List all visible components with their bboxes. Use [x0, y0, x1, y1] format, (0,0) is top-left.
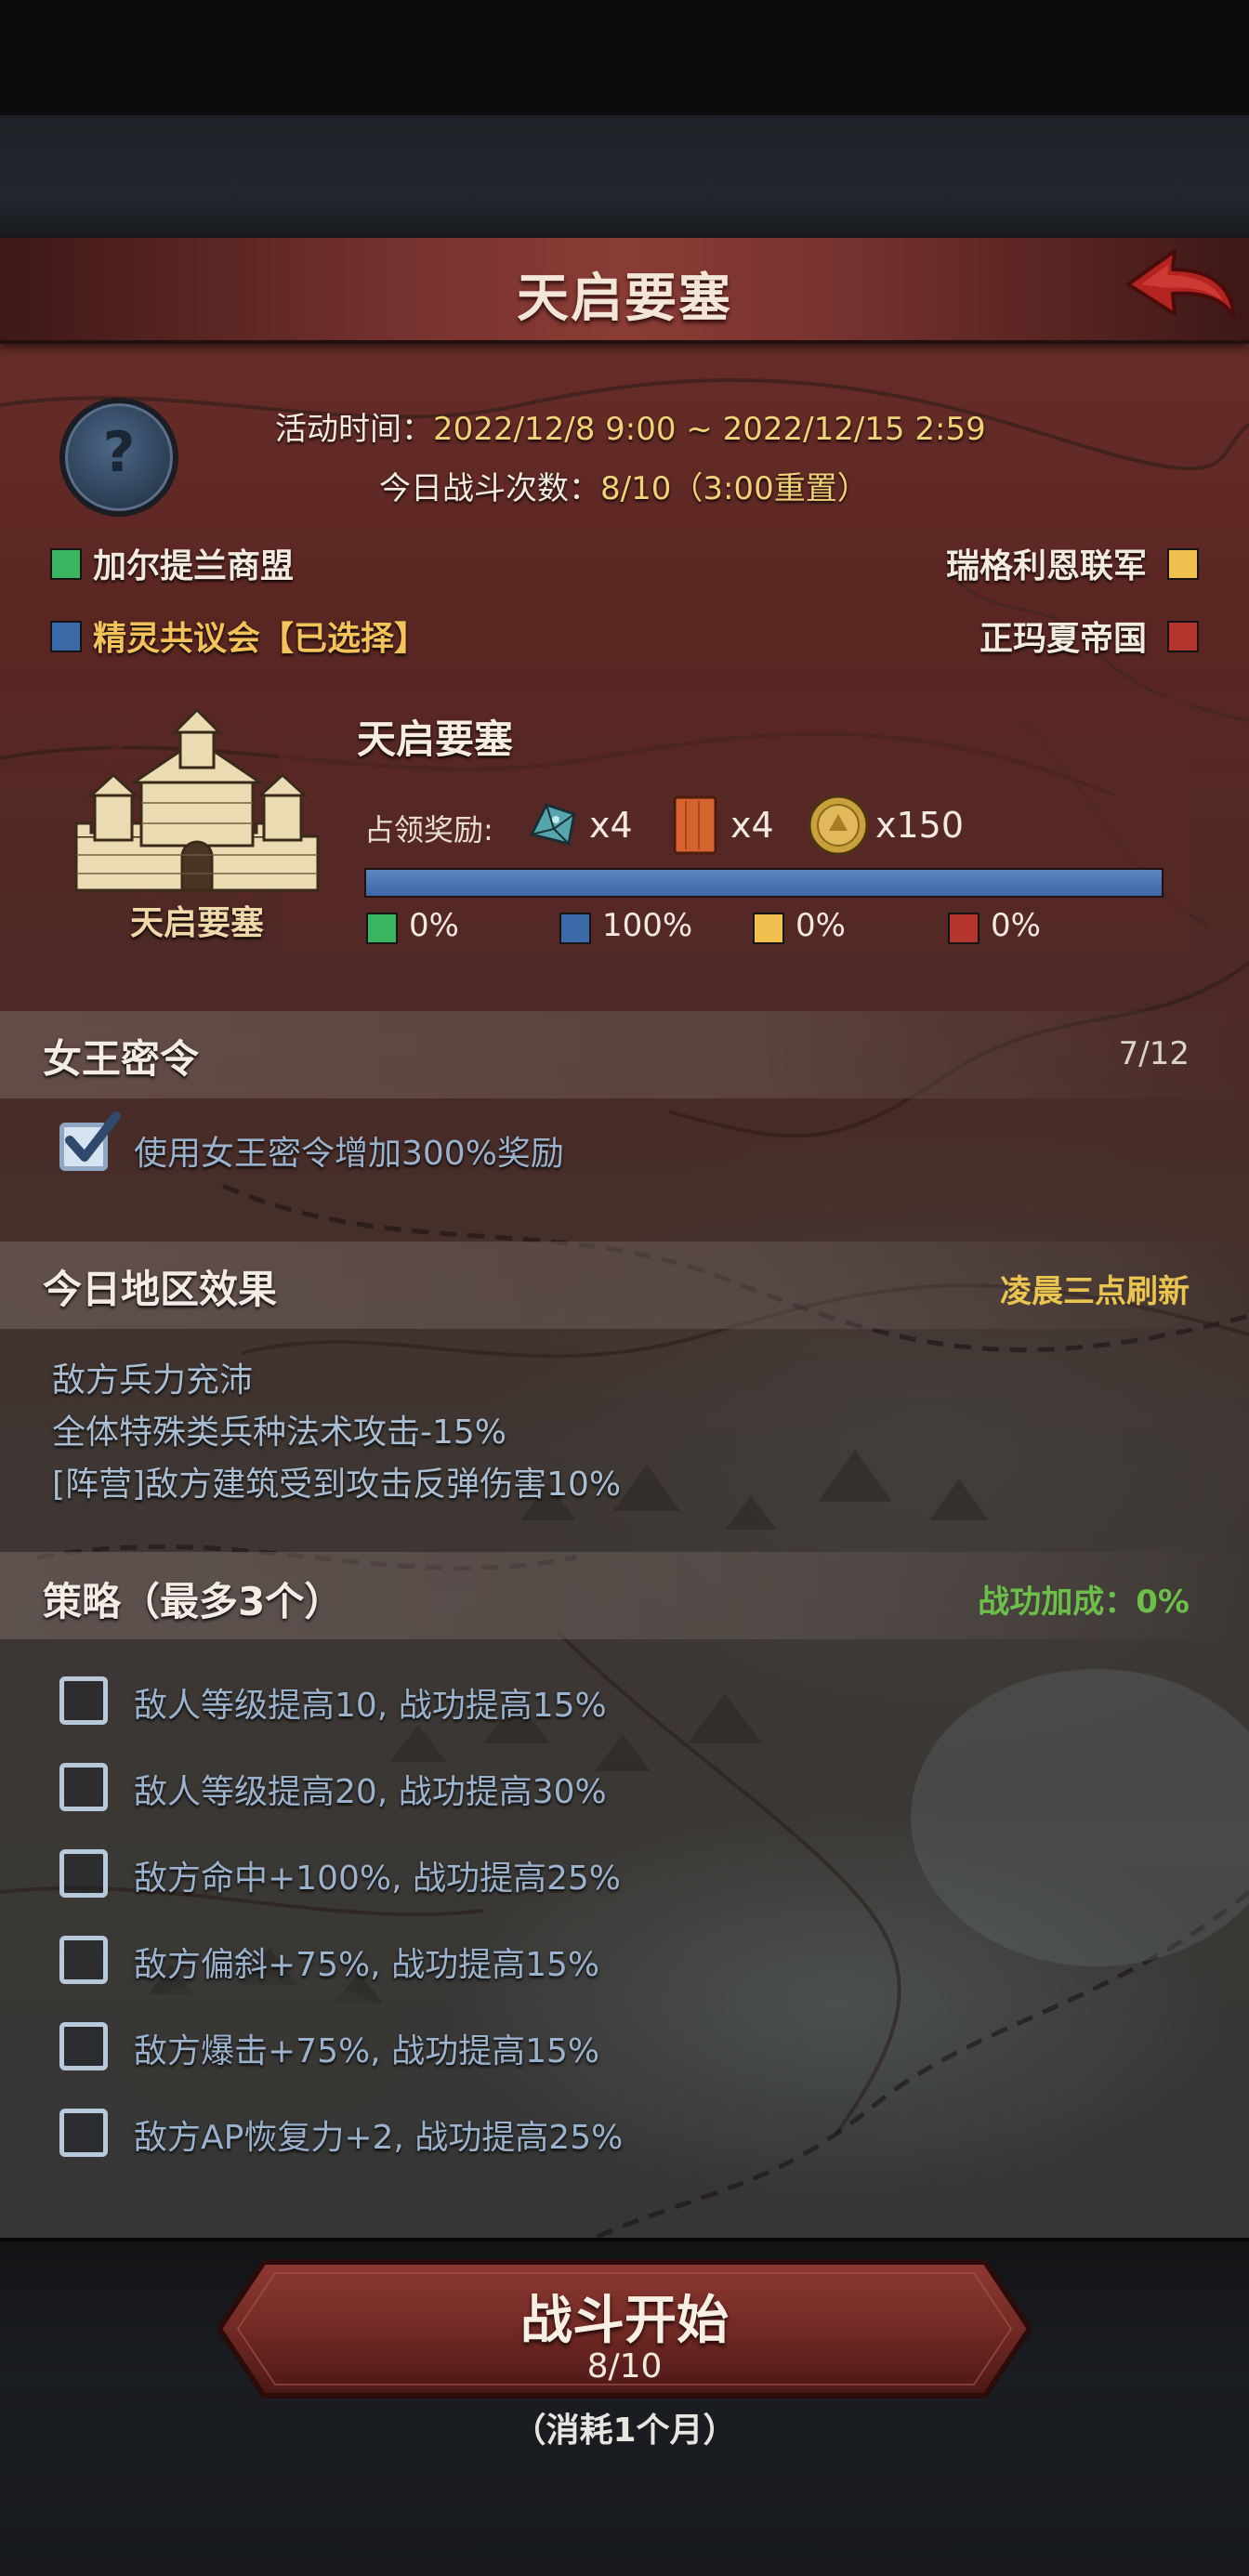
- region-effect-1: 敌方兵力充沛: [52, 1361, 254, 1400]
- page-title: 天启要塞: [517, 269, 732, 329]
- checkmark-icon: [65, 1111, 121, 1162]
- back-arrow-icon[interactable]: [1121, 243, 1240, 333]
- strategy-checkbox-6[interactable]: [59, 2109, 108, 2157]
- queen-section-title: 女王密令: [43, 1036, 200, 1082]
- battle-count-label: 今日战斗次数：: [379, 470, 600, 507]
- strategy-checkbox-5[interactable]: [59, 2022, 108, 2070]
- merit-bonus: 战功加成：0%: [978, 1584, 1190, 1621]
- strategy-section-title: 策略（最多3个）: [43, 1579, 344, 1624]
- strategy-option-6: 敌方AP恢复力+2, 战功提高25%: [134, 2119, 624, 2157]
- reward-crystal-count: x4: [589, 805, 633, 846]
- queen-decree-checkbox[interactable]: [59, 1111, 121, 1171]
- occupation-progress-fill: [366, 870, 1162, 896]
- region-effect-2: 全体特殊类兵种法术攻击-15%: [52, 1413, 507, 1452]
- fortress-icon-label: 天启要塞: [129, 904, 264, 942]
- faction-galtilan: 加尔提兰商盟: [93, 547, 295, 585]
- faction-regrian: 瑞格利恩联军: [946, 547, 1148, 585]
- strategy-checkbox-3[interactable]: [59, 1849, 108, 1898]
- gold-coin-icon: [808, 795, 869, 856]
- share-red-pct: 0%: [991, 907, 1041, 944]
- share-yellow-pct: 0%: [795, 907, 846, 944]
- strategy-option-4: 敌方偏斜+75%, 战功提高15%: [134, 1946, 600, 1984]
- battle-count: 今日战斗次数：8/10（3:00重置）: [379, 463, 869, 508]
- blue-crystal-icon: [529, 803, 576, 846]
- help-button[interactable]: ?: [59, 398, 178, 517]
- region-section-title: 今日地区效果: [43, 1267, 278, 1312]
- strategy-checkbox-4[interactable]: [59, 1936, 108, 1984]
- region-refresh-note: 凌晨三点刷新: [1000, 1273, 1190, 1310]
- title-bar: 天启要塞: [0, 238, 1249, 344]
- strategy-checkbox-1[interactable]: [59, 1676, 108, 1725]
- strategy-option-1: 敌人等级提高10, 战功提高15%: [134, 1687, 607, 1725]
- reward-gold-count: x150: [875, 805, 965, 846]
- game-screen: 天启要塞 ? 活动时间：2022/12/8 9:00 ~ 2022/12/15 …: [0, 0, 1249, 2576]
- battle-count-value: 8/10（3:00重置）: [600, 470, 869, 507]
- activity-time-label: 活动时间：: [275, 411, 433, 448]
- top-band: [0, 115, 1249, 238]
- queen-decree-count: 7/12: [1118, 1035, 1190, 1072]
- battle-start-count: 8/10: [586, 2347, 663, 2385]
- faction-red-swatch: [1167, 621, 1199, 652]
- strategy-option-5: 敌方爆击+75%, 战功提高15%: [134, 2032, 600, 2070]
- share-blue-pct: 100%: [602, 907, 693, 944]
- fortress-icon: [74, 706, 320, 906]
- reward-label: 占领奖励:: [364, 812, 493, 848]
- faction-blue-swatch: [50, 621, 82, 652]
- fortress-title: 天启要塞: [357, 716, 514, 762]
- activity-time-value: 2022/12/8 9:00 ~ 2022/12/15 2:59: [433, 411, 986, 448]
- occupation-progress-bar: [364, 868, 1164, 898]
- share-red-swatch: [948, 913, 979, 944]
- battle-start-label: 战斗开始: [520, 2291, 729, 2351]
- faction-yellow-swatch: [1167, 548, 1199, 580]
- queen-decree-label: 使用女王密令增加300%奖励: [134, 1135, 564, 1173]
- strategy-option-3: 敌方命中+100%, 战功提高25%: [134, 1860, 621, 1898]
- wood-plank-icon: [673, 795, 717, 855]
- region-effect-3: [阵营]敌方建筑受到攻击反弹伤害10%: [52, 1465, 622, 1504]
- activity-time: 活动时间：2022/12/8 9:00 ~ 2022/12/15 2:59: [275, 403, 986, 449]
- strategy-checkbox-2[interactable]: [59, 1763, 108, 1811]
- faction-elf-council: 精灵共议会【已选择】: [93, 620, 428, 658]
- share-green-swatch: [366, 913, 398, 944]
- faction-zhengma: 正玛夏帝国: [979, 620, 1148, 658]
- question-icon: ?: [102, 420, 136, 485]
- share-green-pct: 0%: [409, 907, 459, 944]
- battle-cost-label: （消耗1个月）: [512, 2412, 737, 2450]
- share-yellow-swatch: [753, 913, 784, 944]
- share-blue-swatch: [559, 913, 591, 944]
- status-bar-area: [0, 0, 1249, 115]
- strategy-option-2: 敌人等级提高20, 战功提高30%: [134, 1773, 607, 1811]
- reward-wood-count: x4: [730, 805, 774, 846]
- faction-green-swatch: [50, 548, 82, 580]
